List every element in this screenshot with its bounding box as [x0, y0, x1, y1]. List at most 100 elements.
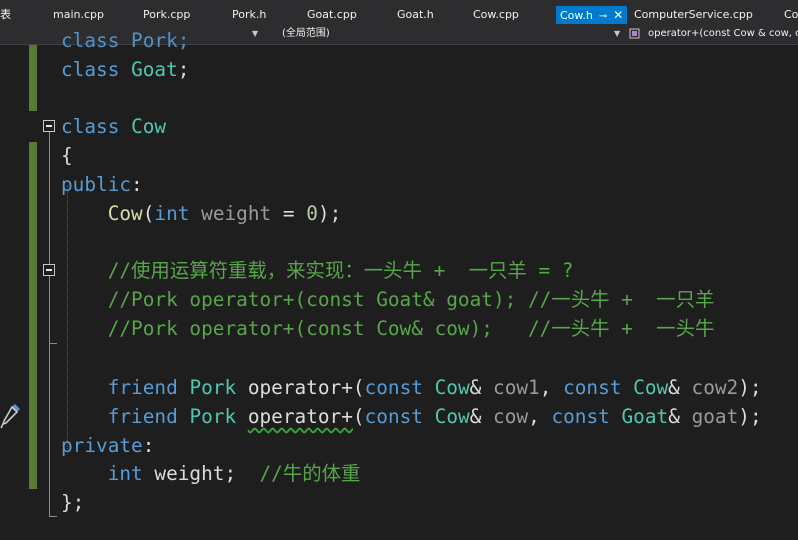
eyedropper-icon[interactable]	[0, 402, 22, 430]
tab-goat-cpp[interactable]: Goat.cpp	[307, 5, 357, 24]
chevron-down-icon[interactable]: ▼	[614, 24, 620, 44]
code-line: class Goat;	[61, 55, 189, 84]
tab-label: main.cpp	[53, 8, 104, 21]
member-dropdown-value: operator+(const Cow & cow, c	[648, 28, 798, 39]
code-line: friend Pork operator+(const Cow& cow, co…	[61, 402, 762, 431]
tab-label: 表	[0, 8, 11, 21]
tab-pork-cpp[interactable]: Pork.cpp	[143, 5, 190, 24]
code-token: :	[131, 173, 143, 196]
code-token: cow2	[691, 376, 739, 399]
tab-label: Cow.cpp	[473, 8, 519, 21]
tab-computerservice-cpp[interactable]: ComputerService.cpp	[634, 5, 753, 24]
code-token: Goat	[131, 58, 178, 81]
tab-goat-h[interactable]: Goat.h	[397, 5, 434, 24]
code-token: weight	[201, 202, 272, 225]
code-token: friend	[107, 405, 178, 428]
scope-dropdown-value: (全局范围)	[282, 28, 330, 39]
code-token: const	[563, 376, 622, 399]
comment-text: //使用运算符重载，来实现：一头牛 + 一只羊 = ?	[61, 259, 574, 282]
tab-label: Pork.cpp	[143, 8, 191, 21]
code-line: //Pork operator+(const Cow& cow); //一头牛 …	[61, 314, 715, 343]
code-token: &	[469, 405, 494, 428]
tab-label: ComputerService.cpp	[634, 8, 753, 21]
code-token: {	[61, 144, 73, 167]
code-token: int	[154, 202, 190, 225]
code-line: int weight; //牛的体重	[61, 459, 361, 488]
code-token: friend	[107, 376, 178, 399]
code-line: private:	[61, 431, 154, 460]
member-dropdown[interactable]: operator+(const Cow & cow, c	[648, 24, 798, 44]
code-token: &	[469, 376, 494, 399]
code-token: weight;	[142, 462, 260, 485]
code-line: {	[61, 141, 73, 170]
code-token: =	[271, 202, 307, 225]
comment-text: //Pork operator+(const Goat& goat); //一头…	[61, 288, 715, 311]
code-token: );	[738, 405, 762, 428]
code-token: class	[61, 115, 120, 138]
code-line: class Cow	[61, 112, 166, 141]
code-token: 0	[306, 202, 318, 225]
code-token: cow	[493, 405, 529, 428]
code-token: Pork	[189, 405, 237, 428]
collapse-icon[interactable]	[43, 264, 55, 276]
code-token: public	[61, 173, 132, 196]
code-token: //牛的体重	[259, 462, 361, 485]
code-line: class Pork;	[61, 26, 189, 55]
close-tab-icon[interactable]: ✕	[613, 8, 623, 22]
code-token: ,	[528, 405, 552, 428]
code-token: int	[107, 462, 143, 485]
code-token: Goat	[621, 405, 669, 428]
code-token: ;	[177, 58, 190, 81]
tab-partial-left[interactable]: 表	[0, 5, 11, 24]
collapse-icon[interactable]	[43, 120, 55, 132]
code-line: //Pork operator+(const Goat& goat); //一头…	[61, 285, 715, 314]
change-indicator	[29, 45, 37, 111]
method-icon	[629, 28, 640, 39]
code-editor[interactable]: class Pork; class Goat; class Cow { publ…	[0, 29, 798, 540]
scope-dropdown[interactable]: (全局范围)	[282, 24, 330, 44]
code-line: };	[61, 488, 84, 517]
code-token: Pork	[189, 376, 237, 399]
outline-end	[49, 516, 57, 517]
code-token: Cow	[434, 376, 470, 399]
comment-text: //Pork operator+(const Cow& cow); //一头牛 …	[61, 317, 715, 340]
code-token: const	[551, 405, 610, 428]
code-token: :	[142, 434, 155, 457]
document-tab-strip: 表 main.cpp Pork.cpp Pork.h Goat.cpp Goat…	[0, 0, 798, 24]
code-line: Cow(int weight = 0);	[61, 199, 342, 228]
tab-label: Cow.h	[560, 9, 593, 22]
code-token: (	[352, 405, 365, 428]
code-token: class	[61, 58, 120, 81]
pin-tab-icon[interactable]: ⊸	[599, 11, 607, 22]
code-token: ,	[539, 376, 564, 399]
code-token: &	[668, 376, 692, 399]
tab-cow-h[interactable]: Cow.h ⊸ ✕	[556, 6, 628, 24]
tab-label: Pork.h	[232, 8, 267, 21]
tab-pork-h[interactable]: Pork.h	[232, 5, 266, 24]
code-token: operator+	[247, 405, 353, 428]
code-token: class Pork;	[61, 29, 190, 52]
code-token: Cow	[107, 202, 143, 225]
code-token: Cow	[434, 405, 470, 428]
tab-main-cpp[interactable]: main.cpp	[53, 5, 104, 24]
code-token: cow1	[493, 376, 540, 399]
code-token: private	[61, 434, 143, 457]
tab-partial-right[interactable]: Co	[784, 5, 798, 24]
tab-cow-cpp[interactable]: Cow.cpp	[473, 5, 519, 24]
code-token: operator+(	[236, 376, 365, 399]
chevron-down-icon[interactable]: ▼	[252, 24, 258, 44]
code-token: );	[317, 202, 342, 225]
code-line: public:	[61, 170, 143, 199]
